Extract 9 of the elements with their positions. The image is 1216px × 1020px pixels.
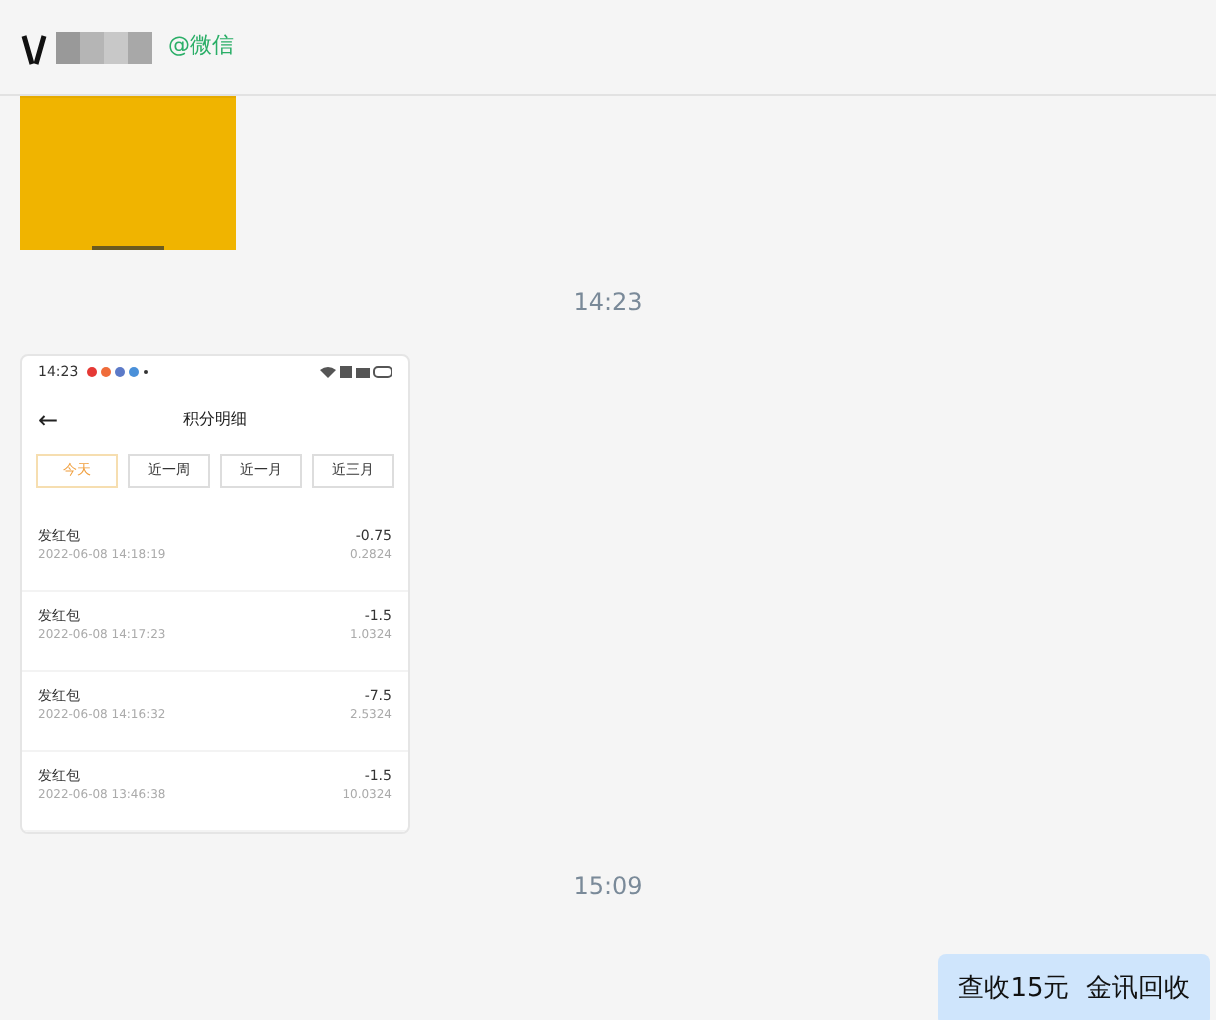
page-title: 积分明细 — [183, 407, 247, 432]
status-icons — [320, 366, 392, 379]
notification-icons — [86, 366, 151, 379]
source-label: @微信 — [168, 30, 234, 63]
timestamp: 14:23 — [573, 290, 643, 314]
back-button[interactable]: ← — [38, 407, 59, 432]
redacted-name — [20, 27, 156, 67]
timestamp: 15:09 — [573, 874, 643, 898]
message-bubble: 查收15元 金讯回收 — [938, 954, 1210, 1020]
